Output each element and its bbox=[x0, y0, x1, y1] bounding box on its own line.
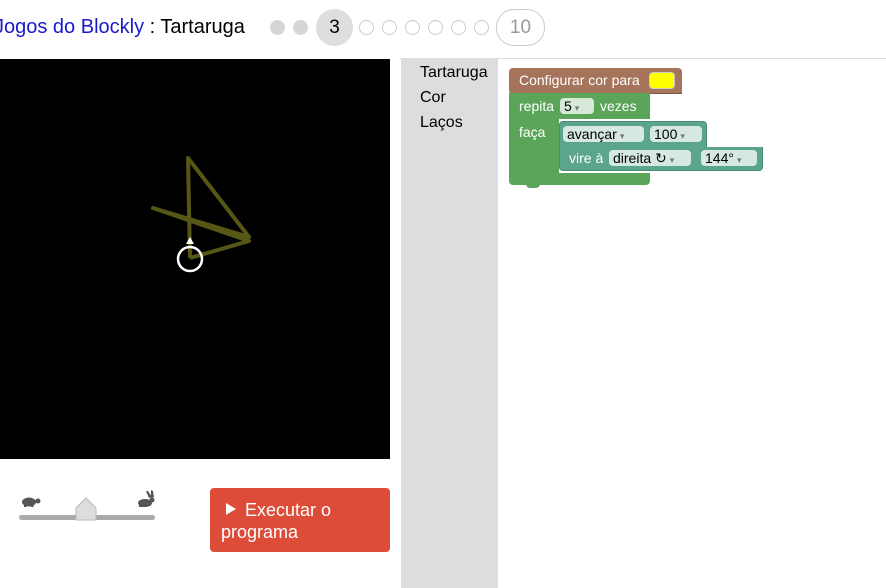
level-1-dot[interactable] bbox=[270, 20, 285, 35]
do-label: faça bbox=[519, 124, 546, 140]
repeat-count-field[interactable]: 5 ▾ bbox=[560, 98, 594, 114]
level-9-dot[interactable] bbox=[474, 20, 489, 35]
chevron-down-icon: ▾ bbox=[619, 131, 625, 141]
rabbit-icon bbox=[138, 490, 155, 507]
speed-knob[interactable] bbox=[75, 497, 97, 521]
toolbox-category-loops[interactable]: Laços bbox=[420, 114, 463, 132]
page-title: Jogos do Blockly : Tartaruga bbox=[0, 16, 245, 39]
toolbox-category-color[interactable]: Cor bbox=[420, 89, 446, 107]
level-4-dot[interactable] bbox=[359, 20, 374, 35]
level-2-dot[interactable] bbox=[293, 20, 308, 35]
move-amount-field[interactable]: 100 ▾ bbox=[650, 126, 702, 142]
turn-angle-value: 144° bbox=[705, 150, 734, 166]
move-amount-value: 100 bbox=[654, 126, 678, 142]
level-5-dot[interactable] bbox=[382, 20, 397, 35]
turn-direction-dropdown[interactable]: direita ↻ ▾ bbox=[609, 150, 691, 166]
move-direction-value: avançar bbox=[567, 126, 617, 142]
turtle-canvas bbox=[0, 59, 390, 459]
turn-block[interactable]: vire à direita ↻ ▾ 144° ▾ bbox=[559, 147, 763, 171]
run-label-1: Executar o bbox=[245, 500, 332, 520]
turn-angle-field[interactable]: 144° ▾ bbox=[701, 150, 757, 166]
turn-label: vire à bbox=[569, 150, 604, 166]
drawing-surface bbox=[151, 156, 251, 273]
level-6-dot[interactable] bbox=[405, 20, 420, 35]
toolbox: Tartaruga Cor Laços bbox=[401, 59, 498, 588]
star-drawing bbox=[151, 156, 251, 260]
header: Jogos do Blockly : Tartaruga 3 10 bbox=[0, 0, 886, 58]
set-color-block[interactable]: Configurar cor para bbox=[509, 68, 682, 94]
chevron-down-icon: ▾ bbox=[574, 103, 580, 113]
turtle-icon bbox=[22, 497, 41, 507]
repeat-suffix: vezes bbox=[600, 98, 637, 114]
color-swatch[interactable] bbox=[649, 72, 675, 89]
set-color-label: Configurar cor para bbox=[519, 72, 640, 88]
title-separator: : bbox=[144, 16, 161, 38]
chevron-down-icon: ▾ bbox=[669, 155, 675, 165]
level-7-dot[interactable] bbox=[428, 20, 443, 35]
level-10-button[interactable]: 10 bbox=[496, 9, 545, 46]
run-program-button[interactable]: Executar o programa bbox=[210, 488, 390, 552]
block-workspace[interactable]: Configurar cor para repita 5 ▾ vezes faça… bbox=[499, 59, 886, 588]
play-icon bbox=[226, 503, 236, 515]
run-label-2: programa bbox=[221, 522, 299, 542]
chevron-down-icon: ▾ bbox=[680, 131, 685, 141]
turn-direction-value: direita ↻ bbox=[613, 150, 667, 166]
chevron-down-icon: ▾ bbox=[736, 155, 742, 165]
current-level-indicator: 3 bbox=[316, 9, 353, 46]
level-8-dot[interactable] bbox=[451, 20, 466, 35]
game-title: Tartaruga bbox=[160, 16, 245, 38]
speed-slider[interactable] bbox=[15, 488, 160, 538]
games-home-link[interactable]: Jogos do Blockly bbox=[0, 16, 144, 38]
toolbox-category-turtle[interactable]: Tartaruga bbox=[420, 64, 488, 82]
repeat-label: repita bbox=[519, 98, 555, 114]
repeat-count-value: 5 bbox=[564, 98, 572, 114]
move-block[interactable]: avançar ▾ 100 ▾ bbox=[559, 121, 707, 148]
move-direction-dropdown[interactable]: avançar ▾ bbox=[563, 126, 644, 142]
